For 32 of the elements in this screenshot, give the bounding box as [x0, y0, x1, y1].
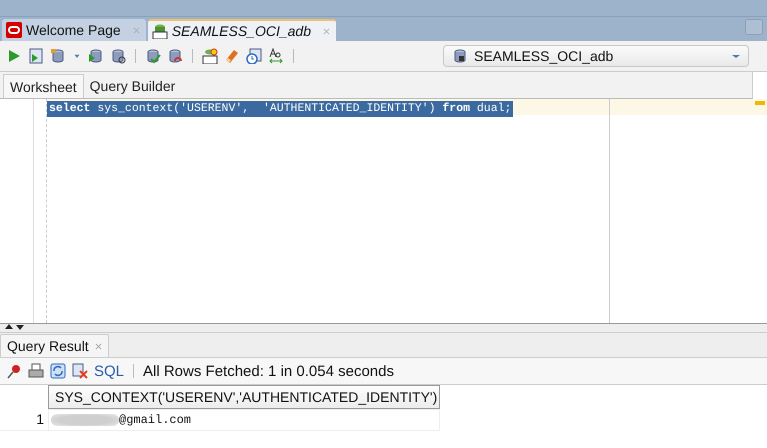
- text-case-icon[interactable]: [268, 48, 284, 64]
- row-number: 1: [0, 409, 48, 431]
- caret-icon: [732, 54, 740, 58]
- document-tab[interactable]: Welcome Page: [2, 19, 146, 41]
- refresh-icon[interactable]: [50, 363, 66, 379]
- splitter-arrows-icon[interactable]: [4, 323, 26, 331]
- editor-tab[interactable]: Query Builder: [84, 74, 182, 98]
- cell-text: @gmail.com: [119, 413, 192, 427]
- print-icon[interactable]: [28, 363, 44, 379]
- status-text: All Rows Fetched: 1 in 0.054 seconds: [143, 362, 394, 380]
- column-title: SYS_CONTEXT('USERENV','AUTHENTICATED_IDENTITY'): [55, 389, 438, 405]
- result-tab[interactable]: Query Result: [0, 334, 109, 357]
- new-sql-icon[interactable]: [202, 48, 218, 64]
- sql-worksheet-icon: [152, 23, 168, 39]
- pin-icon[interactable]: [6, 363, 22, 379]
- connection-dropdown[interactable]: SEAMLESS_OCI_adb: [443, 45, 749, 67]
- column-header[interactable]: SYS_CONTEXT('USERENV','AUTHENTICATED_IDENTITY'): [48, 385, 440, 409]
- close-icon[interactable]: [94, 342, 102, 350]
- warning-marker: [755, 101, 765, 105]
- document-tab[interactable]: SEAMLESS_OCI_adb: [148, 19, 336, 41]
- redaction-blur: [51, 414, 119, 426]
- sql-link[interactable]: SQL: [94, 362, 124, 380]
- eraser-icon[interactable]: [224, 48, 240, 64]
- logo-icon: [6, 22, 22, 38]
- editor-tab[interactable]: Worksheet: [3, 74, 84, 98]
- database-icon: [452, 48, 468, 64]
- run-script-icon[interactable]: [28, 48, 44, 64]
- history-icon[interactable]: [246, 48, 262, 64]
- tab-label: Query Result: [7, 338, 89, 354]
- commit-icon[interactable]: [145, 48, 161, 64]
- cancel-icon[interactable]: [72, 363, 88, 379]
- run-icon[interactable]: [6, 48, 22, 64]
